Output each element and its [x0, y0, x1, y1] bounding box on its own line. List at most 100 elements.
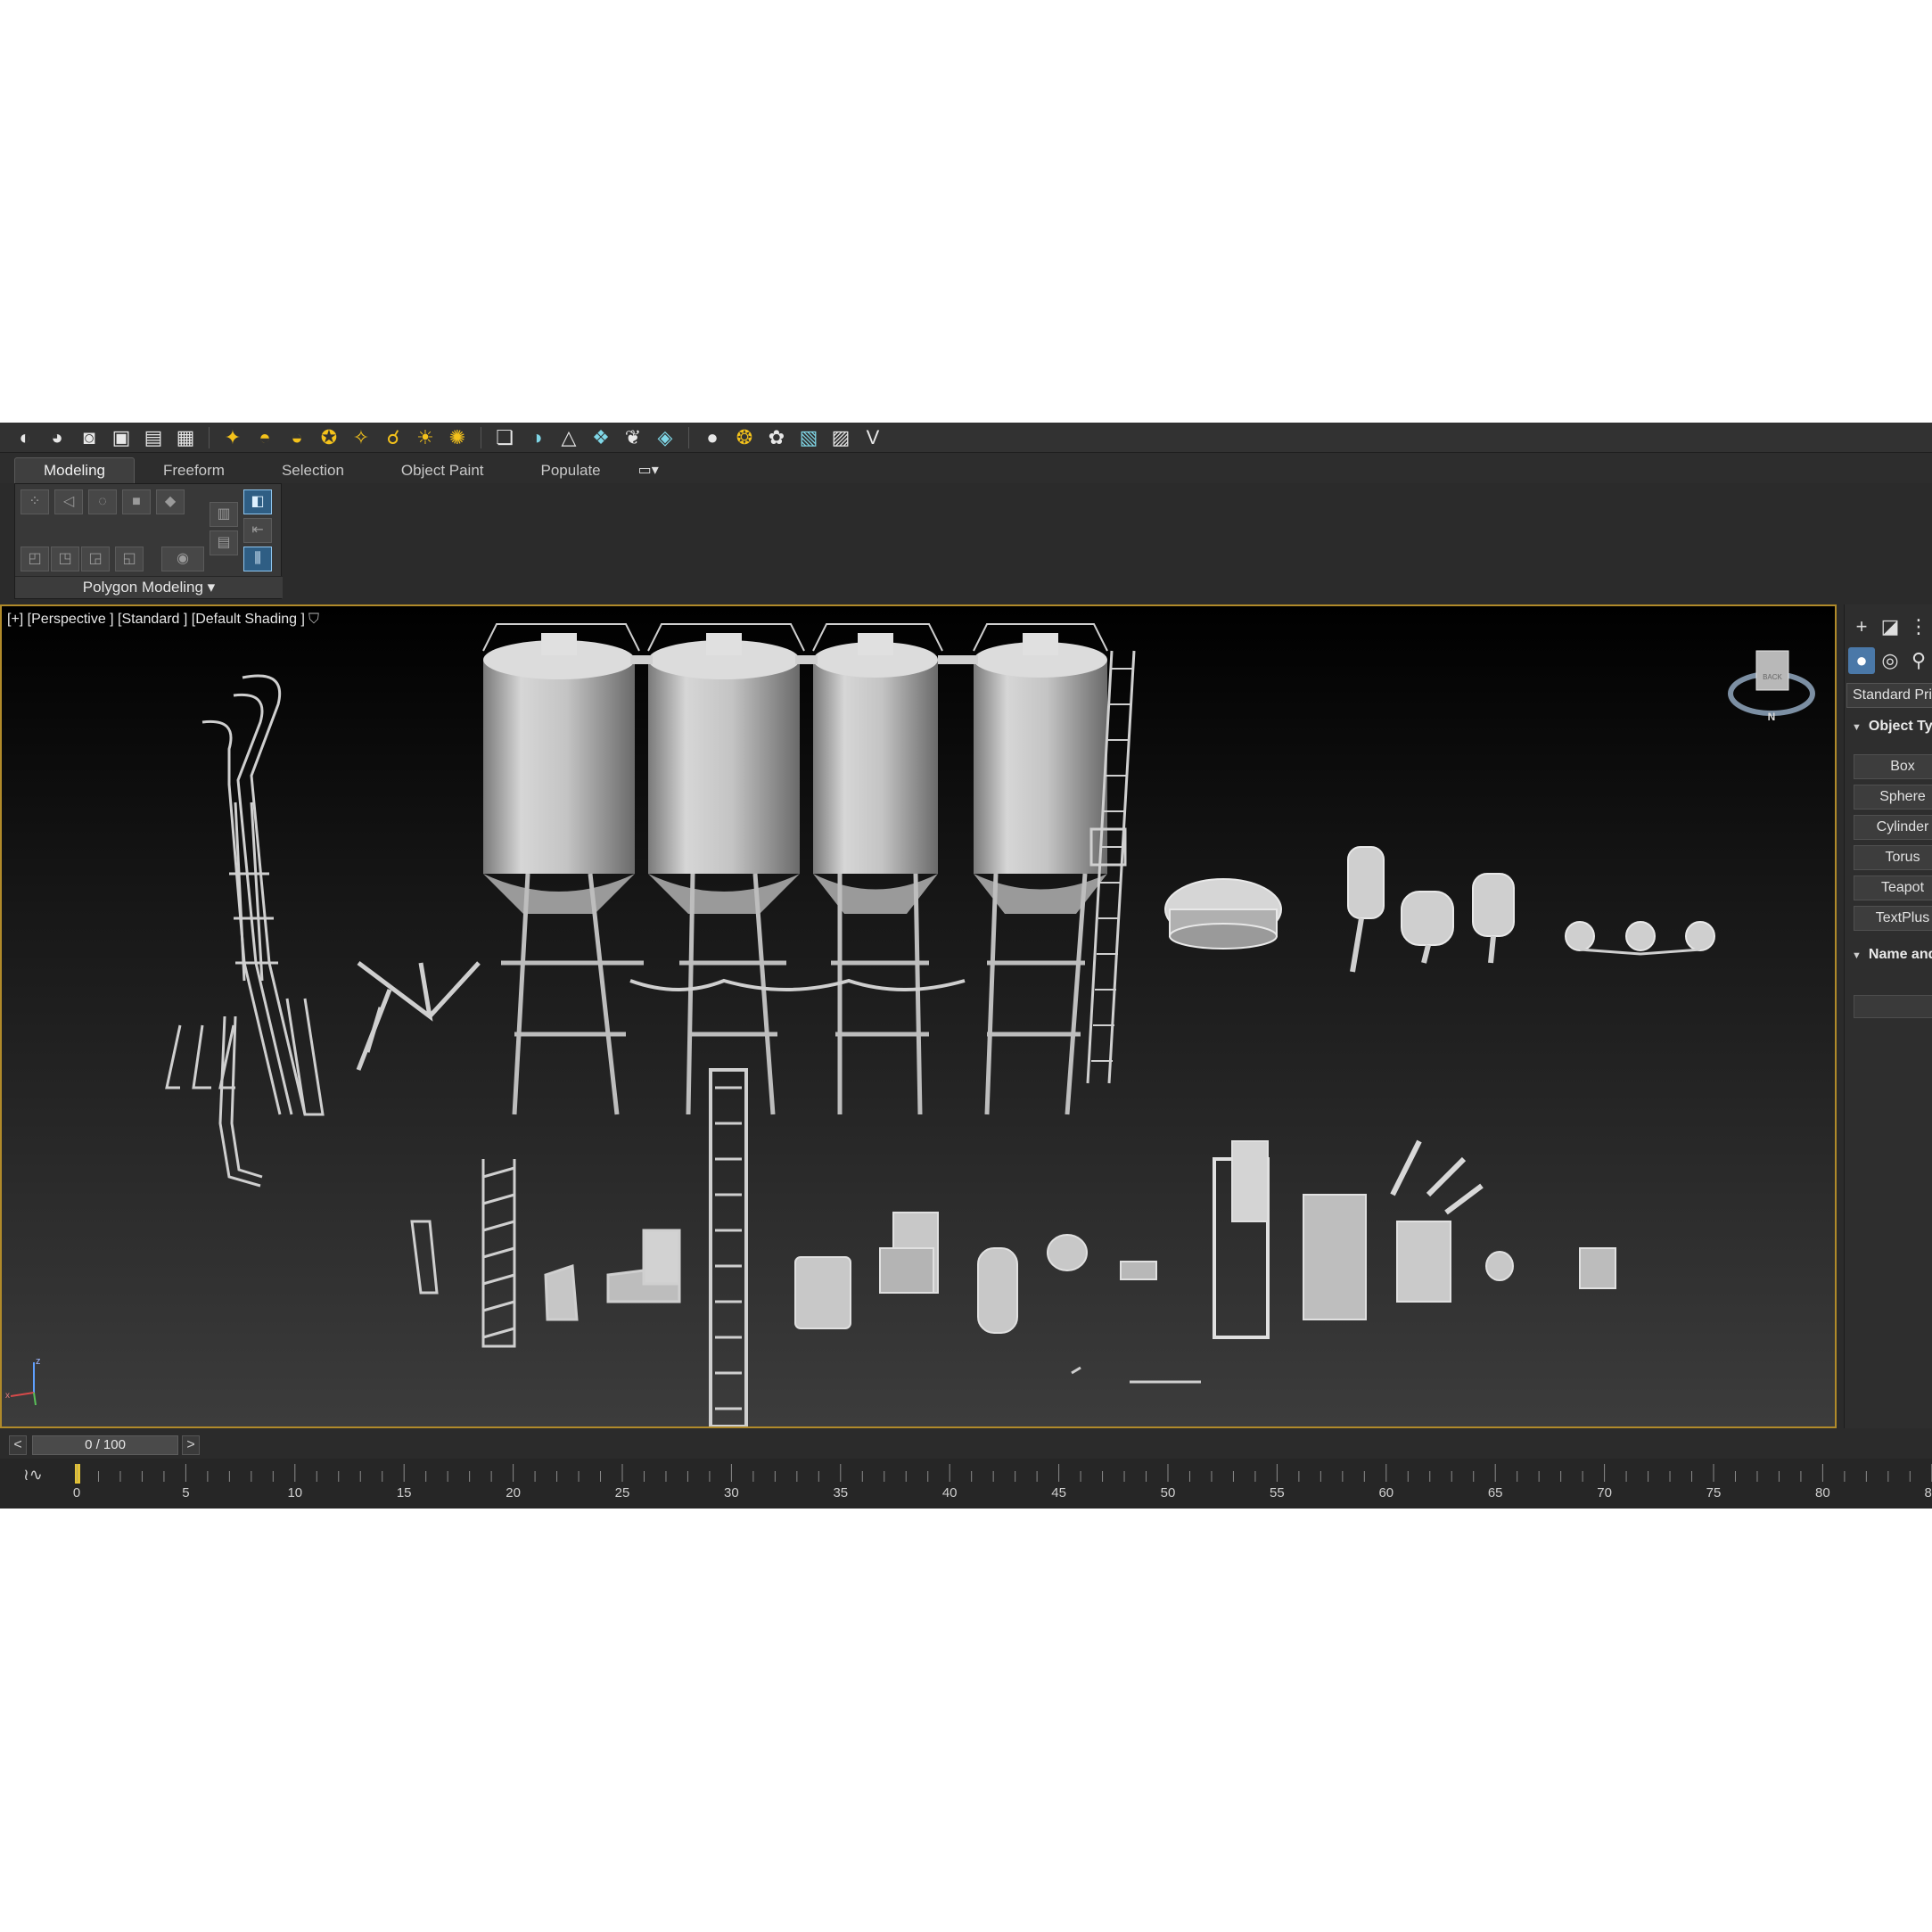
select-cursor-icon[interactable]: ◳ [51, 547, 79, 571]
sphere-button[interactable]: Sphere [1854, 785, 1932, 810]
frame-buffer-icon[interactable]: ▧ [796, 425, 821, 450]
book-icon[interactable]: ❏ [492, 425, 517, 450]
render-setup-icon[interactable]: ✿ [764, 425, 789, 450]
viewport-filter-icon[interactable]: ⛉ [308, 612, 319, 628]
frame-tick-label: 80 [1815, 1485, 1830, 1500]
teapot-button[interactable]: Teapot [1854, 876, 1932, 900]
frame-tick-label: 30 [724, 1485, 739, 1500]
sun-icon[interactable]: ☀ [413, 425, 438, 450]
polygon-modeling-panel: ⁘ ◁ ◌ ■ ◆ ▥ ◧ ⇤ ▤ ⫼ ◰ ◳ ◲ ◱ ◉ Polygon Mo… [14, 483, 283, 599]
effect-icon[interactable]: ◈ [653, 425, 678, 450]
border-mode-icon[interactable]: ◌ [88, 489, 117, 514]
tab-freeform[interactable]: Freeform [135, 458, 253, 483]
sunlight-icon[interactable]: ◒ [284, 425, 309, 450]
mini-curve-editor-icon[interactable]: ≀∿ [23, 1466, 43, 1484]
helper-icon[interactable]: △ [556, 425, 581, 450]
vertex-mode-icon[interactable]: ⁘ [21, 489, 49, 514]
object-type-rollout[interactable]: ▼ Object Ty [1852, 719, 1932, 735]
soft-selection-icon[interactable]: ◉ [161, 547, 204, 571]
edge-mode-icon[interactable]: ◁ [54, 489, 83, 514]
render-icon[interactable]: ◑ [524, 425, 549, 450]
storage-tanks-model [1164, 846, 1715, 973]
y-pipe-model [356, 961, 481, 1071]
select-paint-icon[interactable]: ◱ [115, 547, 144, 571]
time-slider-handle[interactable]: 0 / 100 [32, 1435, 178, 1455]
teapot-icon[interactable]: ◐ [12, 425, 37, 450]
primitive-type-dropdown[interactable]: Standard Prim [1846, 683, 1932, 708]
polygon-modeling-dropdown[interactable]: Polygon Modeling ▾ [15, 576, 283, 598]
omni-light-icon[interactable]: ✦ [220, 425, 245, 450]
prev-frame-button[interactable]: < [9, 1435, 27, 1455]
photometric-icon[interactable]: ✪ [317, 425, 341, 450]
object-type-title: Object Ty [1868, 719, 1932, 734]
scene-explorer-icon[interactable]: ▨ [828, 425, 853, 450]
frame-tick-label: 55 [1270, 1485, 1285, 1500]
vray-icon[interactable]: V [860, 425, 885, 450]
modify-mode-icon[interactable]: ▥ [210, 502, 238, 527]
compound-icon[interactable]: ▤ [141, 425, 166, 450]
lights-icon[interactable]: ⚲ [1905, 647, 1932, 674]
viewport-label[interactable]: [+] [Perspective ] [Standard ] [Default … [7, 612, 305, 628]
ribbon-options-button[interactable]: ▭▾ [629, 458, 659, 483]
axis-x-label: x [5, 1391, 10, 1401]
axis-tripod-icon: z x [5, 1356, 41, 1406]
cylinder-button[interactable]: Cylinder [1854, 815, 1932, 840]
element-mode-icon[interactable]: ◆ [156, 489, 185, 514]
select-region-icon[interactable]: ◲ [81, 547, 110, 571]
conveyor-model [709, 1068, 748, 1426]
collapse-stack-icon[interactable]: ▤ [210, 530, 238, 555]
name-color-title: Name and [1868, 947, 1932, 962]
camera-icon[interactable]: ▦ [173, 425, 198, 450]
skylight-icon[interactable]: ◓ [252, 425, 277, 450]
frame-ruler: 0 5 10 15 20 25 30 35 40 45 50 55 60 65 70 75 80 85 [73, 1459, 1932, 1509]
command-panel: +◪⋮ ●◎⚲ Standard Prim ▼ Object Ty Box Sphe… [1844, 604, 1932, 1428]
box-button[interactable]: Box [1854, 754, 1932, 779]
show-end-result-icon[interactable]: ◧ [243, 489, 272, 514]
geometry-icon[interactable]: ● [1848, 647, 1875, 674]
frame-tick-label: 75 [1706, 1485, 1722, 1500]
tab-object-paint[interactable]: Object Paint [373, 458, 513, 483]
frame-tick-label: 65 [1487, 1485, 1503, 1500]
name-color-rollout[interactable]: ▼ Name and [1852, 947, 1932, 963]
viewcube-gizmo[interactable]: BACK N [1722, 642, 1821, 722]
tab-selection[interactable]: Selection [253, 458, 373, 483]
foliage-icon[interactable]: ❦ [621, 425, 645, 450]
tab-modeling[interactable]: Modeling [14, 457, 135, 483]
textplus-button[interactable]: TextPlus [1854, 906, 1932, 931]
silo-array-model [482, 623, 1136, 1115]
polygon-mode-icon[interactable]: ■ [122, 489, 151, 514]
sphere-icon[interactable]: ◕ [45, 425, 70, 450]
spotlight-icon[interactable]: ✧ [349, 425, 374, 450]
modify-icon[interactable]: ◪ [1877, 613, 1903, 640]
viewcube-face-label: BACK [1763, 673, 1782, 681]
track-bar[interactable]: ≀∿ 0 5 10 15 20 25 30 35 40 45 50 55 60 65 70 75 80 85 [0, 1459, 1932, 1509]
particle-icon[interactable]: ❖ [588, 425, 613, 450]
shapes-icon[interactable]: ◎ [1877, 647, 1903, 674]
material-balls-icon[interactable]: ❂ [732, 425, 757, 450]
box-icon[interactable]: ◙ [77, 425, 102, 450]
select-object-icon[interactable]: ◰ [21, 547, 49, 571]
use-stack-icon[interactable]: ⇤ [243, 518, 272, 543]
material-sphere-icon[interactable]: ● [700, 425, 725, 450]
next-frame-button[interactable]: > [182, 1435, 200, 1455]
command-panel-tabs: + ◪ ⋮ ● ◎ ⚲ [1845, 604, 1932, 685]
perspective-viewport[interactable]: [+] [Perspective ] [Standard ] [Default … [0, 604, 1837, 1428]
object-name-input[interactable] [1854, 995, 1932, 1018]
toggle-pin-icon[interactable]: ⫼ [243, 547, 272, 571]
max-application: ◐ ◕ ◙ ▣ ▤ ▦ ✦ ◓ ◒ ✪ ✧ ☌ ☀ ✺ ❏ ◑ △ ❖ ❦ ◈ ● ❂ ✿ ▧ ▨ V Modeling Free… [0, 423, 1932, 1509]
sunburst-icon[interactable]: ✺ [445, 425, 470, 450]
viewcube-north-label: N [1768, 711, 1776, 722]
torus-button[interactable]: Torus [1854, 845, 1932, 870]
create-icon[interactable]: + [1848, 613, 1875, 640]
shape-icon[interactable]: ▣ [109, 425, 134, 450]
frame-tick-label: 0 [72, 1485, 81, 1500]
tab-populate[interactable]: Populate [513, 458, 629, 483]
frame-tick-label: 10 [287, 1485, 303, 1500]
toolbar-separator [209, 426, 210, 448]
hierarchy-icon[interactable]: ⋮ [1905, 613, 1932, 640]
stair-tower-model [410, 1159, 681, 1348]
ribbon-tabs: Modeling Freeform Selection Object Paint… [0, 453, 1932, 483]
target-light-icon[interactable]: ☌ [381, 425, 406, 450]
frame-tick-label: 20 [506, 1485, 521, 1500]
frame-tick-label: 45 [1051, 1485, 1066, 1500]
